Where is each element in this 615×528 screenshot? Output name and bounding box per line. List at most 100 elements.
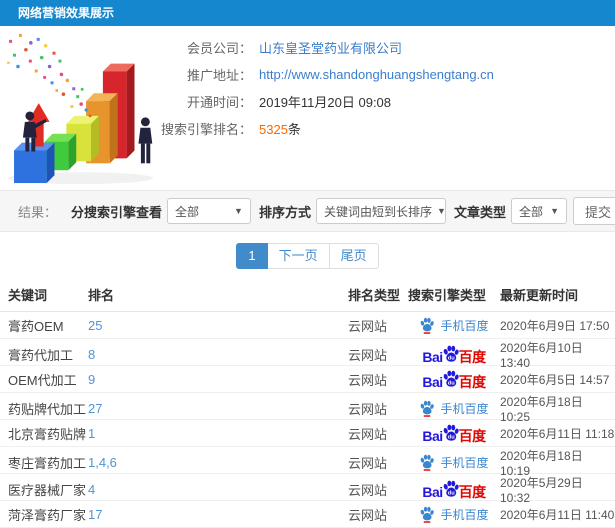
rank-cell: 25 xyxy=(88,318,348,333)
rank-link[interactable]: 1 xyxy=(88,426,95,441)
svg-text:du: du xyxy=(447,356,454,362)
engine-cell: 手机百度 Bai du 百度 xyxy=(408,400,500,417)
baidu-logo-baidu: 百度 xyxy=(458,373,487,390)
member-company-label: 会员公司： xyxy=(186,41,252,56)
rank-type-cell: 云网站 xyxy=(348,402,388,417)
table-row: 枣庄膏药加工 1,4,6 云网站 手机百度 Bai xyxy=(0,447,615,478)
engine-cell: 手机百度 Bai du 百度 xyxy=(408,454,500,471)
type-filter-select[interactable]: 全部 ▼ xyxy=(511,198,567,224)
ranking-count-suffix: 条 xyxy=(287,122,301,137)
mobile-baidu-logo: 手机百度 xyxy=(419,317,489,334)
last-page-button[interactable]: 尾页 xyxy=(328,243,379,269)
rank-cell: 4 xyxy=(88,482,348,497)
table-header-row: 关键词 排名 排名类型 搜索引擎类型 最新更新时间 xyxy=(0,279,615,312)
baidu-paw-icon xyxy=(421,454,435,471)
mobile-baidu-label: 手机百度 xyxy=(440,402,489,416)
confetti xyxy=(7,33,92,118)
table-row: 膏药OEM 25 云网站 手机百度 Bai xyxy=(0,312,615,339)
engine-filter-select[interactable]: 全部 ▼ xyxy=(166,198,251,224)
svg-text:du: du xyxy=(447,491,454,497)
keyword-cell: 菏泽膏药厂家 xyxy=(8,507,87,523)
svg-text:du: du xyxy=(447,434,454,440)
company-fields: 会员公司： 山东皇圣堂药业有限公司 推广地址： http://www.shand… xyxy=(146,34,494,142)
chevron-down-icon: ▼ xyxy=(437,206,446,216)
engine-cell: 手机百度 Bai du 百度 xyxy=(408,424,500,443)
updated-time-cell: 2020年6月18日 10:25 xyxy=(500,395,583,424)
engine-cell: 手机百度 Bai du 百度 xyxy=(408,480,500,499)
rank-cell: 1 xyxy=(88,426,348,441)
promo-url-link[interactable]: http://www.shandonghuangshengtang.cn xyxy=(259,67,494,82)
ranking-count-number: 5325 xyxy=(259,122,288,137)
updated-time-cell: 2020年5月29日 10:32 xyxy=(500,476,583,505)
baidu-logo: Bai du 百度 xyxy=(422,424,487,444)
rank-cell: 9 xyxy=(88,372,348,387)
rank-type-cell: 云网站 xyxy=(348,483,388,498)
page-title-bar: 网络营销效果展示 xyxy=(0,0,615,26)
rank-type-cell: 云网站 xyxy=(348,507,388,523)
mobile-baidu-label: 手机百度 xyxy=(440,318,489,333)
submit-button[interactable]: 提交 xyxy=(573,197,615,225)
engine-filter-value: 全部 xyxy=(174,204,199,219)
open-time-label: 开通时间： xyxy=(186,95,252,110)
keyword-cell: 北京膏药贴牌 xyxy=(8,426,87,442)
baidu-paw-icon: du xyxy=(443,345,459,362)
baidu-logo-bai: Bai xyxy=(422,373,443,390)
engine-filter-label: 分搜索引擎查看 xyxy=(70,204,162,220)
keyword-ranking-table: 关键词 排名 排名类型 搜索引擎类型 最新更新时间 膏药OEM 25 云网站 手… xyxy=(0,279,615,528)
baidu-logo-bai: Bai xyxy=(422,427,443,444)
ranking-count-label: 搜索引擎排名： xyxy=(160,122,252,137)
member-company-link[interactable]: 山东皇圣堂药业有限公司 xyxy=(259,38,402,57)
engine-cell: 手机百度 Bai du 百度 xyxy=(408,370,500,389)
rank-link[interactable]: 4 xyxy=(88,482,95,497)
baidu-logo-baidu: 百度 xyxy=(458,349,487,365)
rank-link[interactable]: 8 xyxy=(88,347,95,362)
type-filter-label: 文章类型 xyxy=(453,204,506,220)
filter-group: 分搜索引擎查看 全部 ▼ 排序方式 关键词由短到长排序 ▼ 文章类型 全部 ▼ … xyxy=(63,197,615,225)
rank-link[interactable]: 9 xyxy=(88,372,95,387)
table-row: 药贴牌代加工 27 云网站 手机百度 Bai xyxy=(0,393,615,424)
ranking-count-value: 5325条 xyxy=(259,119,301,138)
header-engine-type: 搜索引擎类型 xyxy=(408,288,487,303)
rank-cell: 1,4,6 xyxy=(88,455,348,470)
sort-filter-select[interactable]: 关键词由短到长排序 ▼ xyxy=(315,198,446,224)
keyword-cell: OEM代加工 xyxy=(8,372,77,388)
keyword-cell: 膏药代加工 xyxy=(8,348,74,363)
rank-type-cell: 云网站 xyxy=(348,348,388,363)
rank-link[interactable]: 17 xyxy=(88,507,102,522)
header-rank: 排名 xyxy=(88,288,115,303)
pagination: 1 下一页 尾页 xyxy=(0,243,615,269)
baidu-logo-bai: Bai xyxy=(422,484,443,500)
rank-type-cell: 云网站 xyxy=(348,372,388,388)
baidu-logo: Bai du 百度 xyxy=(422,370,487,390)
next-page-button[interactable]: 下一页 xyxy=(266,243,330,269)
baidu-logo: Bai du 百度 xyxy=(422,345,487,365)
mobile-baidu-logo: 手机百度 xyxy=(419,454,489,471)
rank-cell: 17 xyxy=(88,507,348,522)
page-1-button[interactable]: 1 xyxy=(236,243,268,269)
keyword-cell: 药贴牌代加工 xyxy=(8,402,87,417)
type-filter-value: 全部 xyxy=(519,204,544,219)
table-row: OEM代加工 9 云网站 手机百度 Bai xyxy=(0,366,615,393)
baidu-paw-icon: du xyxy=(443,370,459,387)
baidu-paw-icon: du xyxy=(443,424,459,441)
chevron-down-icon: ▼ xyxy=(550,206,559,216)
rank-link[interactable]: 1,4,6 xyxy=(88,455,117,470)
keyword-cell: 膏药OEM xyxy=(8,318,64,334)
rank-type-cell: 云网站 xyxy=(348,456,388,471)
svg-text:du: du xyxy=(447,380,454,386)
header-updated: 最新更新时间 xyxy=(500,288,579,303)
baidu-logo: Bai du 百度 xyxy=(422,480,487,500)
engine-cell: 手机百度 Bai du 百度 xyxy=(408,345,500,364)
baidu-logo-baidu: 百度 xyxy=(458,484,487,500)
sort-filter-value: 关键词由短到长排序 xyxy=(323,204,432,219)
page-title: 网络营销效果展示 xyxy=(18,6,115,20)
header-rank-type: 排名类型 xyxy=(348,288,401,303)
rank-link[interactable]: 27 xyxy=(88,401,102,416)
table-body: 膏药OEM 25 云网站 手机百度 Bai xyxy=(0,312,615,528)
field-open-time: 开通时间： 2019年11月20日 09:08 xyxy=(146,88,494,115)
keyword-cell: 医疗器械厂家 xyxy=(8,483,87,498)
mobile-baidu-label: 手机百度 xyxy=(440,456,489,470)
engine-cell: 手机百度 Bai du 百度 xyxy=(408,317,500,334)
rank-link[interactable]: 25 xyxy=(88,318,102,333)
baidu-logo-baidu: 百度 xyxy=(458,427,487,444)
